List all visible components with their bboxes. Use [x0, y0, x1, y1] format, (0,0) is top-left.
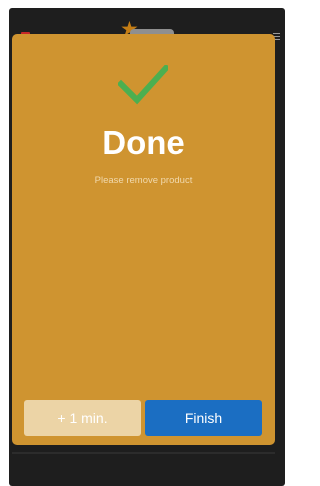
- add-one-minute-button[interactable]: + 1 min.: [24, 400, 141, 436]
- finish-button[interactable]: Finish: [145, 400, 262, 436]
- dialog-subtitle: Please remove product: [94, 175, 193, 186]
- checkmark-icon: [118, 65, 168, 105]
- done-dialog: Done Please remove product + 1 min. Fini…: [12, 34, 275, 445]
- bottom-bar: [12, 452, 275, 454]
- dialog-title: Done: [102, 124, 185, 161]
